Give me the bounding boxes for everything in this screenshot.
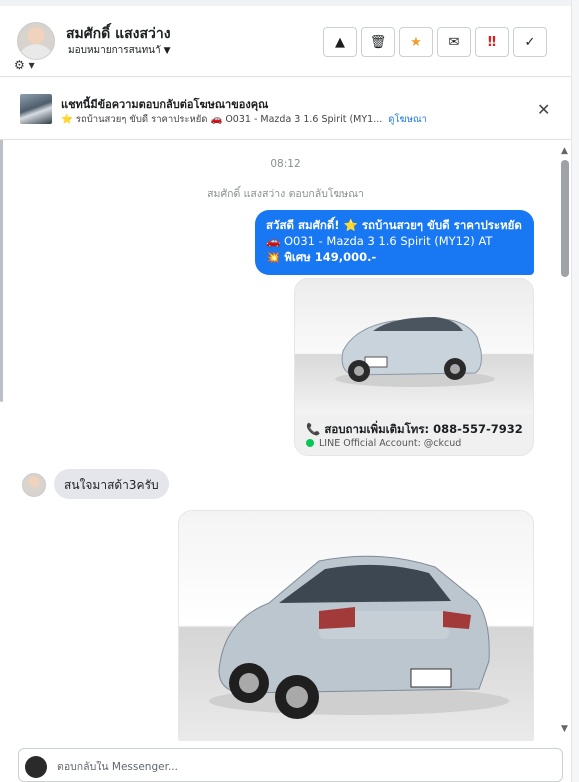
view-ad-link[interactable]: ดูโฆษณา (388, 114, 427, 125)
check-icon: ✓ (524, 34, 536, 50)
trash-icon: 🗑 (369, 34, 387, 50)
mark-done-button[interactable]: ✓ (513, 27, 547, 57)
assign-conversation-dropdown[interactable]: มอบหมายการสนทนาั ▼ (68, 43, 171, 58)
incoming-message-bubble[interactable]: สนใจมาสด้า3ครับ (54, 469, 169, 499)
page-avatar (25, 756, 47, 778)
delete-button[interactable]: 🗑 (361, 27, 395, 57)
chevron-down-icon: ▼ (163, 46, 171, 56)
settings-icon[interactable]: ⚙ ▾ (14, 58, 46, 74)
conversation-header: ⚙ ▾ สมศักดิ์ แสงสว่าง มอบหมายการสนทนาั ▼ … (0, 6, 571, 77)
ad-banner-title: แชทนี้มีข้อความตอบกลับต่อโฆษณาของคุณ (61, 98, 269, 111)
ad-banner-subtitle-text: ⭐ รถบ้านสวยๆ ขับดี ราคาประหยัด 🚗 O031 - … (61, 114, 383, 125)
reply-composer (18, 748, 563, 782)
assign-label: มอบหมายการสนทนาั (68, 45, 161, 56)
ad-thumbnail (20, 94, 52, 124)
action-toolbar: ▲ 🗑 ★ ✉ ‼ ✓ (323, 27, 547, 57)
outgoing-line-2: 🚗 O031 - Mazda 3 1.6 Spirit (MY12) AT (266, 234, 493, 248)
envelope-icon: ✉ (448, 34, 460, 50)
contact-avatar[interactable] (17, 22, 55, 60)
scroll-up-icon[interactable]: ▲ (561, 146, 568, 156)
car-rear-illustration (209, 555, 509, 719)
card-phone-line[interactable]: 📞 สอบถามเพิ่มเติมโทร: 088-557-7932 (306, 421, 523, 439)
star-icon: ★ (410, 34, 422, 50)
incoming-avatar[interactable] (22, 473, 46, 497)
message-thread[interactable]: 08:12 สมศักดิ์ แสงสว่าง ตอบกลับโฆษณา สวั… (0, 141, 571, 741)
outgoing-message-bubble[interactable]: สวัสดี สมศักดิ์! ⭐ รถบ้านสวยๆ ขับดี ราคา… (255, 210, 534, 275)
card-phone-text: สอบถามเพิ่มเติมโทร: 088-557-7932 (324, 422, 523, 436)
message-timestamp: 08:12 (270, 158, 301, 170)
card-line-account: LINE Official Account: @ckcud (306, 438, 461, 449)
report-spam-button[interactable]: ▲ (323, 27, 357, 57)
urgent-icon: ‼ (487, 34, 497, 50)
star-button[interactable]: ★ (399, 27, 433, 57)
ad-banner-subtitle: ⭐ รถบ้านสวยๆ ขับดี ราคาประหยัด 🚗 O031 - … (61, 112, 427, 127)
messenger-chat-window: ⚙ ▾ สมศักดิ์ แสงสว่าง มอบหมายการสนทนาั ▼ … (0, 0, 579, 782)
scroll-thumb[interactable] (561, 160, 569, 277)
reply-input[interactable] (57, 761, 547, 773)
line-status-icon (306, 439, 314, 447)
chat-scrollbar[interactable]: ▲ ▼ (559, 144, 571, 740)
car-photo-front (295, 279, 533, 414)
outgoing-line-1: สวัสดี สมศักดิ์! ⭐ รถบ้านสวยๆ ขับดี ราคา… (266, 218, 522, 232)
close-icon[interactable]: ✕ (537, 100, 550, 119)
phone-icon: 📞 (306, 422, 321, 436)
outgoing-line-3: 💥 พิเศษ 149,000.- (266, 250, 377, 264)
warning-icon: ▲ (335, 34, 345, 50)
scroll-down-icon[interactable]: ▼ (561, 724, 568, 734)
right-edge-rail (571, 0, 579, 782)
ad-card[interactable]: 📞 สอบถามเพิ่มเติมโทร: 088-557-7932 LINE O… (294, 278, 534, 456)
contact-name: สมศักดิ์ แสงสว่าง (66, 26, 171, 42)
ad-reply-event: สมศักดิ์ แสงสว่าง ตอบกลับโฆษณา (207, 188, 364, 200)
ad-reply-banner: แชทนี้มีข้อความตอบกลับต่อโฆษณาของคุณ ⭐ ร… (0, 78, 571, 140)
car-front-illustration (335, 317, 495, 387)
incoming-car-photo[interactable] (178, 510, 534, 741)
follow-up-button[interactable]: ‼ (475, 27, 509, 57)
mark-unread-button[interactable]: ✉ (437, 27, 471, 57)
line-account-text: LINE Official Account: @ckcud (319, 438, 462, 449)
